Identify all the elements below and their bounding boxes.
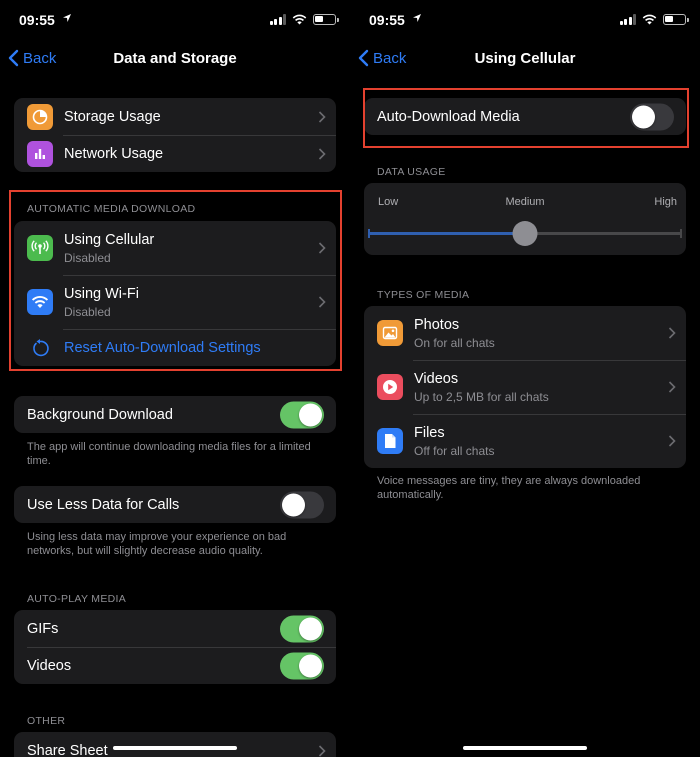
chevron-right-icon bbox=[318, 110, 326, 123]
page-title: Data and Storage bbox=[113, 50, 237, 67]
storage-usage-label: Storage Usage bbox=[64, 108, 161, 125]
storage-group: Storage Usage Network Usage bbox=[14, 98, 336, 172]
slider-tick-low bbox=[368, 229, 370, 238]
cellular-signal-icon bbox=[269, 14, 286, 25]
wifi-status-icon bbox=[292, 14, 307, 25]
media-videos-setting: Up to 2,5 MB for all chats bbox=[414, 389, 549, 404]
status-time: 09:55 bbox=[369, 12, 405, 28]
using-wifi-label: Using Wi-Fi bbox=[64, 285, 139, 302]
slider-label-medium: Medium bbox=[505, 196, 545, 208]
battery-icon bbox=[313, 14, 339, 25]
cellular-signal-icon bbox=[619, 14, 636, 25]
slider-thumb[interactable] bbox=[512, 221, 538, 246]
chevron-right-icon bbox=[668, 435, 676, 447]
data-usage-slider[interactable] bbox=[368, 221, 682, 246]
media-files-row[interactable]: Files Off for all chats bbox=[364, 414, 686, 468]
autoplay-videos-toggle[interactable] bbox=[280, 652, 324, 679]
autoplay-header: AUTO-PLAY MEDIA bbox=[27, 593, 127, 605]
less-data-toggle[interactable] bbox=[280, 491, 324, 518]
less-data-footer: Using less data may improve your experie… bbox=[27, 531, 287, 557]
reset-arrow-icon bbox=[27, 335, 53, 361]
media-videos-label: Videos bbox=[414, 370, 459, 387]
media-files-label: Files bbox=[414, 424, 445, 441]
auto-download-row: Auto-Download Media bbox=[364, 98, 686, 135]
share-sheet-label: Share Sheet bbox=[27, 742, 108, 757]
slider-tick-high bbox=[680, 229, 682, 238]
battery-icon bbox=[663, 14, 689, 25]
chevron-right-icon bbox=[318, 744, 326, 757]
wifi-status-icon bbox=[642, 14, 657, 25]
slider-label-low: Low bbox=[378, 196, 399, 208]
chevron-right-icon bbox=[318, 147, 326, 160]
autoplay-videos-label: Videos bbox=[27, 657, 72, 674]
location-arrow-icon bbox=[413, 14, 421, 22]
types-of-media-footer: Voice messages are tiny, they are always… bbox=[377, 475, 641, 501]
chevron-right-icon bbox=[318, 242, 326, 254]
home-indicator[interactable] bbox=[463, 746, 587, 750]
data-usage-slider-labels: Low Medium High bbox=[365, 196, 685, 212]
types-of-media-header: TYPES OF MEDIA bbox=[377, 289, 470, 301]
media-files-setting: Off for all chats bbox=[414, 443, 495, 458]
page-title: Using Cellular bbox=[474, 50, 576, 67]
wifi-icon bbox=[27, 289, 53, 315]
share-sheet-row[interactable]: Share Sheet bbox=[14, 732, 336, 757]
autoplay-gifs-label: GIFs bbox=[27, 620, 59, 637]
nav-bar: Back Data and Storage bbox=[0, 40, 350, 78]
autoplay-gifs-row: GIFs bbox=[14, 610, 336, 647]
home-indicator[interactable] bbox=[113, 746, 237, 750]
play-icon bbox=[377, 374, 403, 400]
media-photos-row[interactable]: Photos On for all chats bbox=[364, 306, 686, 360]
media-types-group: Photos On for all chats Videos Up to 2,5… bbox=[364, 306, 686, 468]
data-usage-header: DATA USAGE bbox=[377, 166, 446, 178]
location-arrow-icon bbox=[63, 14, 71, 22]
storage-usage-row[interactable]: Storage Usage bbox=[14, 98, 336, 135]
network-usage-row[interactable]: Network Usage bbox=[14, 135, 336, 172]
auto-download-label: Auto-Download Media bbox=[377, 108, 520, 125]
nav-bar: Back Using Cellular bbox=[350, 40, 700, 78]
autoplay-group: GIFs Videos bbox=[14, 610, 336, 684]
reset-auto-download-row[interactable]: Reset Auto-Download Settings bbox=[14, 329, 336, 366]
other-header: OTHER bbox=[27, 715, 66, 727]
using-wifi-row[interactable]: Using Wi-Fi Disabled bbox=[14, 275, 336, 329]
chevron-right-icon bbox=[668, 327, 676, 339]
pie-chart-icon bbox=[27, 103, 53, 130]
slider-fill bbox=[368, 232, 525, 235]
background-download-toggle[interactable] bbox=[280, 401, 324, 428]
less-data-label: Use Less Data for Calls bbox=[27, 496, 180, 513]
media-photos-setting: On for all chats bbox=[414, 335, 495, 350]
auto-media-group: Using Cellular Disabled Using Wi-Fi Disa… bbox=[14, 221, 336, 366]
file-icon bbox=[377, 428, 403, 454]
status-bar: 09:55 bbox=[350, 0, 700, 40]
autoplay-videos-row: Videos bbox=[14, 647, 336, 684]
chevron-right-icon bbox=[668, 381, 676, 393]
less-data-group: Use Less Data for Calls bbox=[14, 486, 336, 523]
auto-download-group: Auto-Download Media bbox=[364, 98, 686, 135]
background-download-row: Background Download bbox=[14, 396, 336, 433]
using-cellular-screen: 09:55 Back Using Cellular Auto-Download … bbox=[350, 0, 700, 757]
bar-chart-icon bbox=[27, 140, 53, 167]
auto-download-toggle[interactable] bbox=[630, 103, 674, 130]
status-bar: 09:55 bbox=[0, 0, 350, 40]
other-group: Share Sheet bbox=[14, 732, 336, 757]
background-download-group: Background Download bbox=[14, 396, 336, 433]
using-cellular-status: Disabled bbox=[64, 250, 111, 265]
chevron-right-icon bbox=[318, 296, 326, 308]
auto-media-header: AUTOMATIC MEDIA DOWNLOAD bbox=[27, 203, 196, 215]
data-and-storage-screen: 09:55 Back Data and Storage Storage Usag… bbox=[0, 0, 350, 757]
media-photos-label: Photos bbox=[414, 316, 460, 333]
using-cellular-row[interactable]: Using Cellular Disabled bbox=[14, 221, 336, 275]
using-wifi-status: Disabled bbox=[64, 304, 111, 319]
background-download-label: Background Download bbox=[27, 406, 173, 423]
using-cellular-label: Using Cellular bbox=[64, 231, 155, 248]
autoplay-gifs-toggle[interactable] bbox=[280, 615, 324, 642]
reset-auto-download-label: Reset Auto-Download Settings bbox=[64, 339, 261, 356]
slider-label-high: High bbox=[654, 196, 677, 208]
less-data-row: Use Less Data for Calls bbox=[14, 486, 336, 523]
media-videos-row[interactable]: Videos Up to 2,5 MB for all chats bbox=[364, 360, 686, 414]
network-usage-label: Network Usage bbox=[64, 145, 164, 162]
background-download-footer: The app will continue downloading media … bbox=[27, 441, 311, 467]
antenna-icon bbox=[27, 235, 53, 261]
photo-icon bbox=[377, 320, 403, 346]
status-time: 09:55 bbox=[19, 12, 55, 28]
